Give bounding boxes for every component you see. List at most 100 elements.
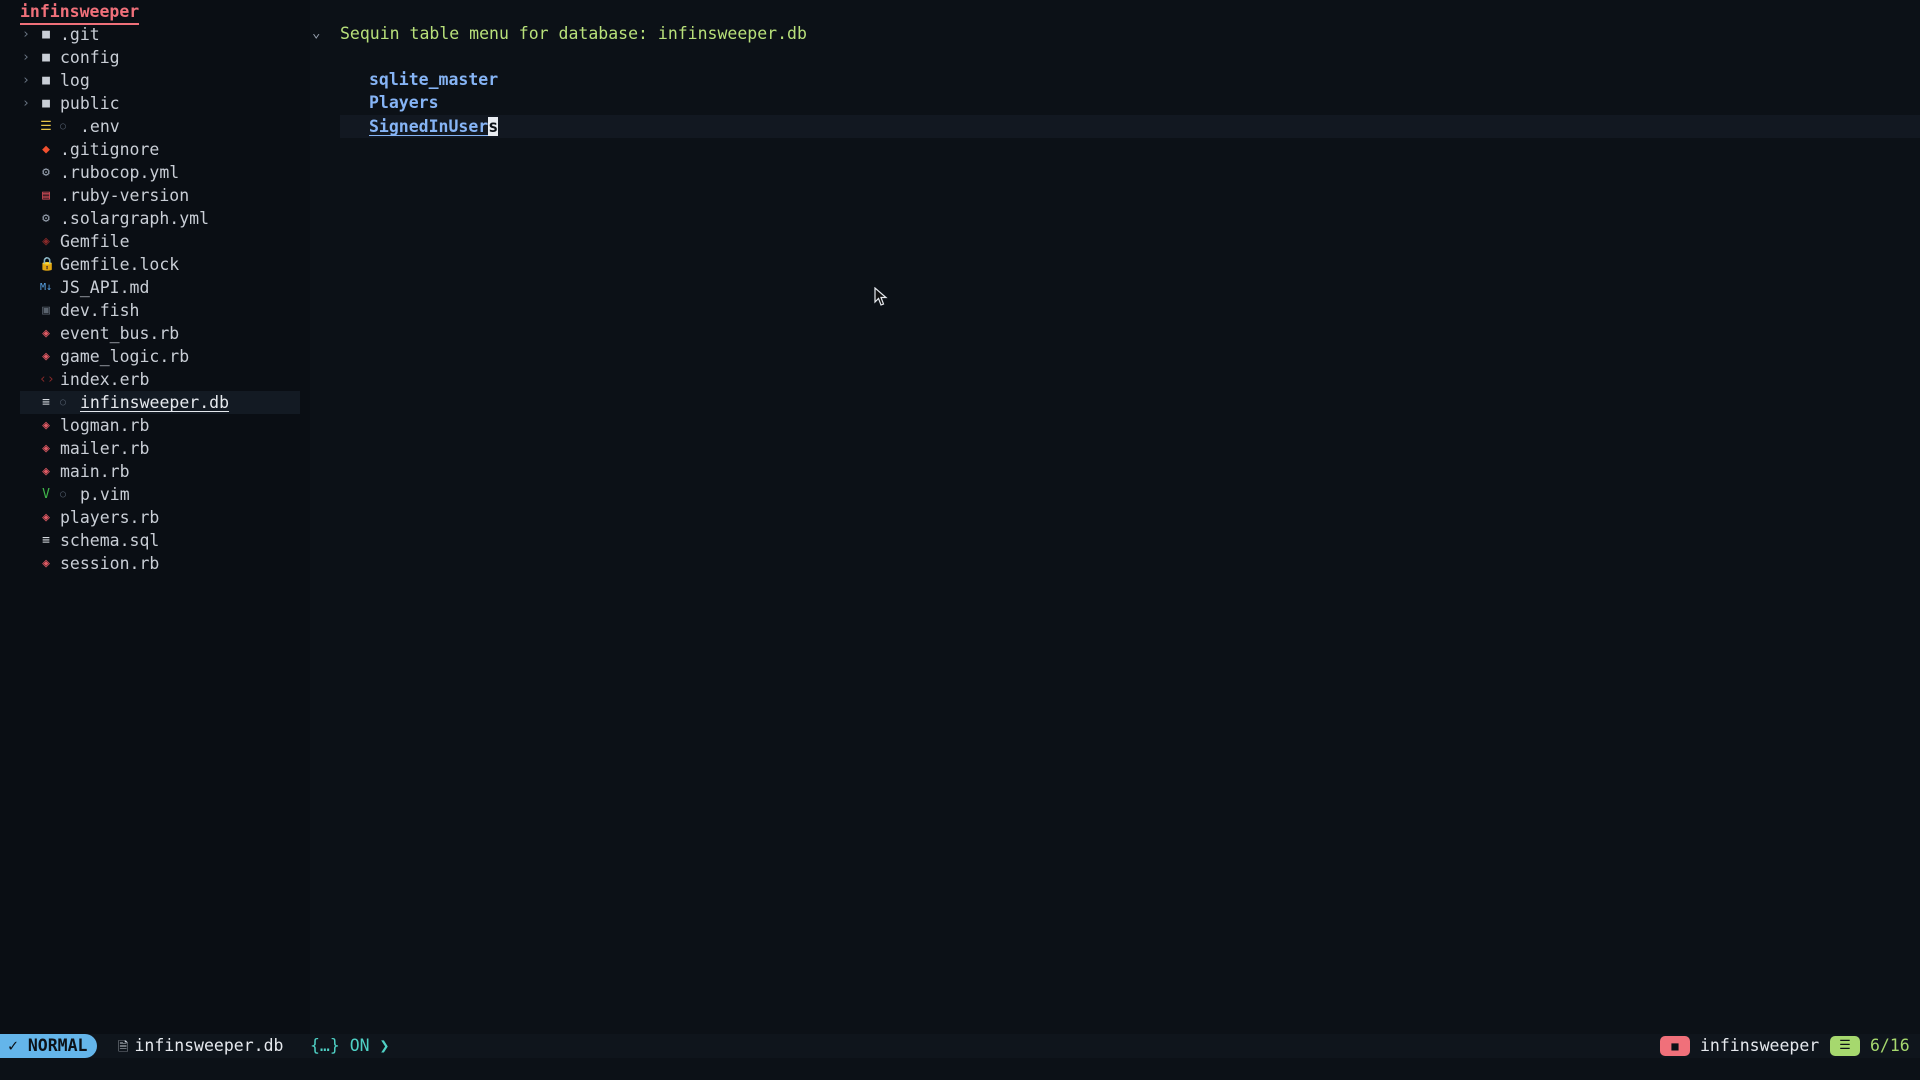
tree-item[interactable]: ◈ event_bus.rb xyxy=(20,322,300,345)
git-status-icon: ○ xyxy=(60,121,67,132)
mouse-pointer-icon xyxy=(874,287,888,306)
sequin-menu-title: Sequin table menu for database: infinswe… xyxy=(340,24,807,43)
tree-item[interactable]: ⚙ .solargraph.yml xyxy=(20,207,300,230)
tree-item-label: logman.rb xyxy=(60,416,150,435)
status-line: ✓ NORMAL 🗎 infinsweeper.db {…} ON ❯ ■ inf… xyxy=(0,1034,1920,1058)
ruby-icon: ◈ xyxy=(42,326,50,341)
tree-item-label: mailer.rb xyxy=(60,439,150,458)
tree-item[interactable]: ▤ .ruby-version xyxy=(20,184,300,207)
tree-item[interactable]: › ■ .git xyxy=(20,23,300,46)
ruby-icon: ◈ xyxy=(42,349,50,364)
tree-item-label: dev.fish xyxy=(60,301,140,320)
tree-item-label: schema.sql xyxy=(60,531,160,550)
tree-item-label: p.vim xyxy=(80,485,130,504)
chevron-right-icon[interactable]: › xyxy=(22,46,34,69)
chevron-right-icon[interactable]: › xyxy=(22,69,34,92)
tree-item-label: infinsweeper.db xyxy=(80,393,230,412)
status-project: infinsweeper xyxy=(1700,1036,1820,1055)
mode-indicator: ✓ NORMAL xyxy=(0,1034,98,1058)
terminal-icon: ▣ xyxy=(42,303,50,318)
tree-item[interactable]: ◈ players.rb xyxy=(20,506,300,529)
tree-item-label: log xyxy=(60,71,90,90)
tree-item-label: .env xyxy=(80,117,120,136)
status-file: 🗎 infinsweeper.db xyxy=(118,1036,284,1055)
tree-item-label: .gitignore xyxy=(60,140,160,159)
tree-item[interactable]: ‹› index.erb xyxy=(20,368,300,391)
text-cursor: s xyxy=(488,117,499,136)
table-entry-sqlite-master[interactable]: sqlite_master xyxy=(369,68,498,91)
tree-item[interactable]: ◈ logman.rb xyxy=(20,414,300,437)
tree-item-label: Gemfile xyxy=(60,232,130,251)
ruby-icon: ◈ xyxy=(42,441,50,456)
tree-item-label: .ruby-version xyxy=(60,186,190,205)
tree-item[interactable]: › ■ log xyxy=(20,69,300,92)
table-entry-players[interactable]: Players xyxy=(369,91,439,114)
table-entry-signed-in-users[interactable]: SignedInUsers xyxy=(369,115,499,138)
git-status-icon: ○ xyxy=(60,397,67,408)
ruby-icon: ◈ xyxy=(42,464,50,479)
vim-icon: V xyxy=(42,487,50,502)
git-status-icon: ○ xyxy=(60,489,67,500)
tree-item[interactable]: ≡ ○ infinsweeper.db xyxy=(20,391,300,414)
chevron-right-icon[interactable]: › xyxy=(22,92,34,115)
gear-icon: ⚙ xyxy=(42,211,50,226)
code-brackets-icon: ‹› xyxy=(39,372,55,387)
tree-item[interactable]: 🔒 Gemfile.lock xyxy=(20,253,300,276)
chevron-down-icon[interactable]: ⌄ xyxy=(312,22,320,45)
tree-item-label: session.rb xyxy=(60,554,160,573)
tree-item-label: event_bus.rb xyxy=(60,324,180,343)
tree-item[interactable]: ◈ mailer.rb xyxy=(20,437,300,460)
tree-item[interactable]: V ○ p.vim xyxy=(20,483,300,506)
ruby-icon: ◈ xyxy=(42,418,50,433)
tree-item-label: JS_API.md xyxy=(60,278,150,297)
tree-item[interactable]: › ■ public xyxy=(20,92,300,115)
folder-icon: ■ xyxy=(42,73,50,88)
database-icon: ≡ xyxy=(42,533,50,548)
database-icon: 🗎 xyxy=(118,1040,129,1055)
tree-item-label: main.rb xyxy=(60,462,130,481)
tree-root-folder[interactable]: infinsweeper xyxy=(20,0,140,25)
status-position: 6/16 xyxy=(1870,1036,1910,1055)
tree-item-label: .git xyxy=(60,25,100,44)
tree-item[interactable]: ▣ dev.fish xyxy=(20,299,300,322)
tree-item-label: game_logic.rb xyxy=(60,347,190,366)
ruby-icon: ◈ xyxy=(42,556,50,571)
folder-icon: ■ xyxy=(42,96,50,111)
editor-pane[interactable]: ⌄ Sequin table menu for database: infins… xyxy=(310,0,1920,1034)
ruby-icon: ◈ xyxy=(42,234,50,249)
lines-icon: ☰ xyxy=(1830,1036,1860,1056)
cursor-line-highlight xyxy=(340,115,1920,138)
lock-icon: 🔒 xyxy=(39,257,56,272)
tree-item-label: public xyxy=(60,94,120,113)
tree-item[interactable]: ◈ main.rb xyxy=(20,460,300,483)
tree-item[interactable]: ◆ .gitignore xyxy=(20,138,300,161)
tree-item-label: .rubocop.yml xyxy=(60,163,180,182)
document-icon: ▤ xyxy=(42,188,50,203)
ruby-icon: ◈ xyxy=(42,510,50,525)
tree-item[interactable]: M↓ JS_API.md xyxy=(20,276,300,299)
tree-item[interactable]: ◈ session.rb xyxy=(20,552,300,575)
file-tree-panel[interactable]: infinsweeper › ■ .git › ■ config › ■ log › ■ public… xyxy=(0,0,310,1034)
tree-item[interactable]: ☰ ○ .env xyxy=(20,115,300,138)
tree-item[interactable]: ◈ game_logic.rb xyxy=(20,345,300,368)
database-icon: ≡ xyxy=(42,395,50,410)
tree-item[interactable]: ⚙ .rubocop.yml xyxy=(20,161,300,184)
gear-icon: ⚙ xyxy=(42,165,50,180)
folder-icon: ■ xyxy=(42,50,50,65)
tree-item-label: players.rb xyxy=(60,508,160,527)
tree-item[interactable]: › ■ config xyxy=(20,46,300,69)
vim-mode-icon: ✓ xyxy=(8,1036,28,1055)
folder-icon: ■ xyxy=(1660,1036,1690,1056)
status-json-indicator: {…} ON ❯ xyxy=(310,1036,390,1055)
chevron-right-icon[interactable]: › xyxy=(22,23,34,46)
git-diamond-icon: ◆ xyxy=(42,142,50,157)
tree-item[interactable]: ≡ schema.sql xyxy=(20,529,300,552)
tree-item-label: config xyxy=(60,48,120,67)
tree-item-label: index.erb xyxy=(60,370,150,389)
table-entry-label: SignedInUser xyxy=(369,117,489,136)
tree-item-label: .solargraph.yml xyxy=(60,209,210,228)
settings-sliders-icon: ☰ xyxy=(40,119,52,134)
tree-item-label: Gemfile.lock xyxy=(60,255,180,274)
tree-item[interactable]: ◈ Gemfile xyxy=(20,230,300,253)
markdown-icon: M↓ xyxy=(39,282,53,293)
